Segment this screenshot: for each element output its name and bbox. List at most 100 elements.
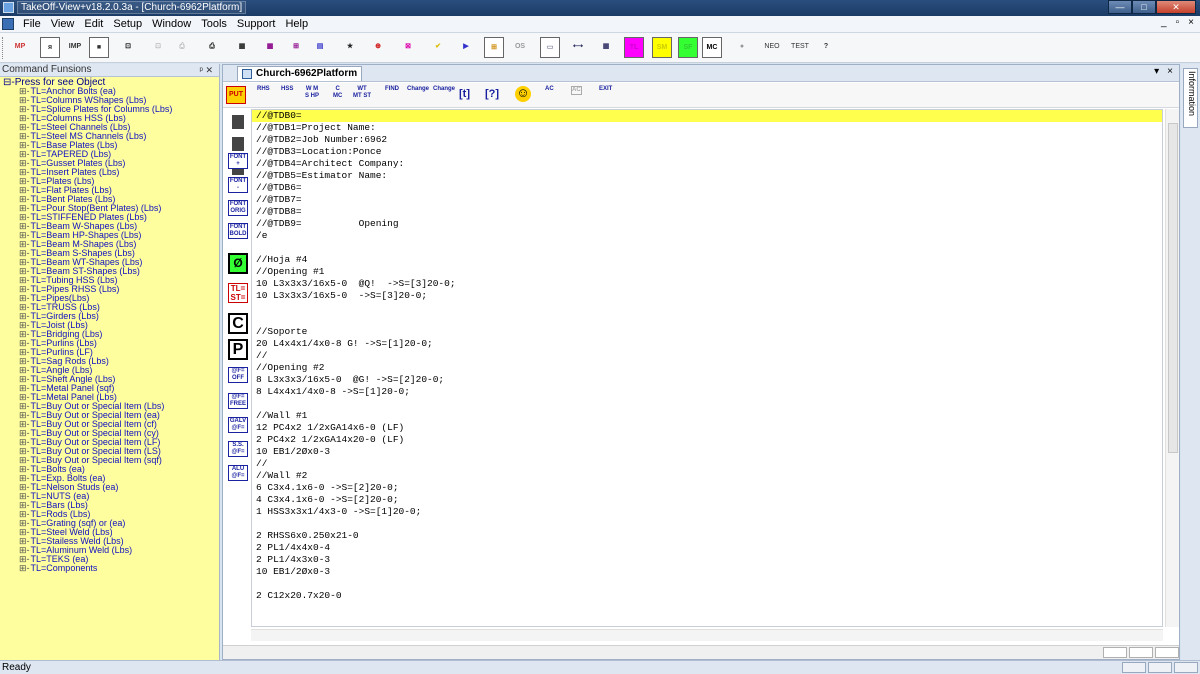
delete-icon[interactable]: MP [10, 37, 30, 58]
mdi-close-button[interactable]: × [1188, 17, 1194, 28]
paste-icon[interactable]: ⎙ [172, 37, 192, 58]
find-button[interactable]: FIND [385, 86, 399, 93]
code-line: //Wall #1 [256, 410, 308, 421]
code-line: // [256, 350, 268, 361]
table-icon[interactable]: ⊞ [286, 37, 306, 58]
menu-edit[interactable]: Edit [79, 18, 108, 30]
minimize-button[interactable]: — [1108, 0, 1132, 14]
menu-window[interactable]: Window [147, 18, 196, 30]
layers-icon[interactable]: ▤ [310, 37, 330, 58]
list-icon[interactable]: ★ [340, 37, 360, 58]
exit-button[interactable]: EXIT [599, 86, 612, 93]
mdi-minimize-button[interactable]: _ [1161, 17, 1167, 28]
menu-file[interactable]: File [18, 18, 46, 30]
f-free-button[interactable]: @F= FREE [228, 393, 248, 409]
code-line: //@TDB4=Architect Company: [256, 158, 405, 169]
wt-mtst-button[interactable]: WT MT ST [353, 86, 371, 100]
os-icon[interactable]: ▭ [540, 37, 560, 58]
alu-button[interactable]: ALU @F= [228, 465, 248, 481]
code-line: //@TDB5=Estimator Name: [256, 170, 388, 181]
tree-item[interactable]: ⊞-TL=Components [3, 564, 219, 573]
circle-icon[interactable]: NEO [762, 37, 782, 58]
menu-view[interactable]: View [46, 18, 80, 30]
font-original-button[interactable]: FONT ORIG [228, 200, 248, 216]
open-folder-icon[interactable]: IMP [65, 37, 85, 58]
copy-icon[interactable]: ⊡ [148, 37, 168, 58]
check-icon[interactable]: ▶ [456, 37, 476, 58]
box-icon[interactable]: ✔ [428, 37, 448, 58]
calculator-icon[interactable]: TL [624, 37, 644, 58]
code-line: 6 C3x4.1x6-0 ->S=[2]20-0; [256, 482, 399, 493]
grid-icon[interactable]: ▦ [260, 37, 280, 58]
code-line: 10 EB1/2Øx0-3 [256, 566, 331, 577]
font-bold-button[interactable]: FONT BOLD [228, 223, 248, 239]
information-tab[interactable]: Information [1183, 68, 1198, 128]
ss-button[interactable]: S.S. @F= [228, 441, 248, 457]
tl-icon[interactable]: SM [652, 37, 672, 58]
print-preview-icon[interactable]: ▦ [232, 37, 252, 58]
save-icon[interactable]: ⊡ [118, 37, 138, 58]
wm-shp-button[interactable]: W M S HP [305, 86, 319, 100]
menu-tools[interactable]: Tools [196, 18, 232, 30]
change-button[interactable]: Change [407, 86, 429, 93]
smile-button[interactable]: ☺ [515, 86, 531, 102]
printer-icon[interactable] [232, 115, 244, 129]
c-mc-button[interactable]: C MC [333, 86, 342, 100]
sf-icon[interactable]: MC [702, 37, 722, 58]
status-cell [1155, 647, 1179, 658]
menu-help[interactable]: Help [280, 18, 313, 30]
tab-list-dropdown[interactable]: ▾ [1154, 66, 1159, 77]
menu-setup[interactable]: Setup [108, 18, 147, 30]
tag-help-button[interactable]: [?] [485, 87, 499, 101]
tag-t-button[interactable]: [t] [459, 87, 470, 101]
font-decrease-button[interactable]: FONT - [228, 177, 248, 193]
tab-close-button[interactable]: × [1167, 66, 1173, 77]
close-button[interactable]: ✕ [1156, 0, 1196, 14]
rhs-button[interactable]: RHS [257, 86, 270, 93]
horizontal-scrollbar[interactable] [251, 629, 1163, 641]
menu-bar: File View Edit Setup Window Tools Support Help … [0, 16, 1200, 33]
tab-church-6962platform[interactable]: Church-6962Platform [237, 66, 363, 81]
print-icon[interactable]: ⎙ [202, 37, 222, 58]
tl-st-button[interactable]: TL= ST= [228, 283, 248, 303]
mp-icon[interactable]: ᴙ [40, 37, 60, 58]
status-indicator [1122, 662, 1146, 673]
document-menu-icon[interactable] [2, 18, 14, 30]
mdi-restore-button[interactable]: ▫ [1176, 17, 1180, 28]
link-icon[interactable]: ⊠ [398, 37, 418, 58]
diameter-button[interactable]: Ø [228, 253, 248, 274]
play-icon[interactable]: ⊞ [484, 37, 504, 58]
expand-icon[interactable]: ⊞- [19, 563, 30, 573]
pane-pin-close-controls[interactable]: ᵖ ✕ [200, 64, 213, 76]
test-icon[interactable]: ? [816, 37, 836, 58]
hss-button[interactable]: HSS [281, 86, 293, 93]
f-off-button[interactable]: @F= OFF [228, 367, 248, 383]
p-button[interactable]: P [228, 339, 248, 360]
ac-button[interactable]: AC [545, 86, 554, 93]
galv-button[interactable]: GALV @F= [228, 417, 248, 433]
put-button[interactable]: PUT [226, 86, 246, 104]
c-button[interactable]: C [228, 313, 248, 334]
vertical-scrollbar[interactable] [1165, 109, 1179, 627]
neo-icon[interactable]: TEST [790, 37, 810, 58]
pane-header: Command Funsions ᵖ ✕ [0, 64, 219, 77]
code-editor[interactable]: //@TDB0=//@TDB1=Project Name://@TDB2=Job… [251, 109, 1163, 627]
maximize-button[interactable]: □ [1132, 0, 1156, 14]
mc-icon[interactable]: ● [732, 37, 752, 58]
sm-icon[interactable]: SF [678, 37, 698, 58]
change-all-button[interactable]: Change [433, 86, 455, 93]
scroll-thumb[interactable] [1168, 123, 1178, 453]
menu-support[interactable]: Support [232, 18, 281, 30]
star-icon[interactable]: ⊕ [368, 37, 388, 58]
collapse-icon[interactable]: ⊟- [3, 77, 15, 88]
toolbar-grip[interactable] [2, 37, 5, 59]
ac-gray-button[interactable]: AC [571, 86, 582, 95]
font-increase-button[interactable]: FONT + [228, 153, 248, 169]
window-icon[interactable]: ⟷ [568, 37, 588, 58]
grid-tl-icon[interactable]: OS [510, 37, 530, 58]
printer-icon[interactable] [232, 137, 244, 151]
resize-icon[interactable]: ▦ [596, 37, 616, 58]
imp-icon[interactable]: ■ [89, 37, 109, 58]
